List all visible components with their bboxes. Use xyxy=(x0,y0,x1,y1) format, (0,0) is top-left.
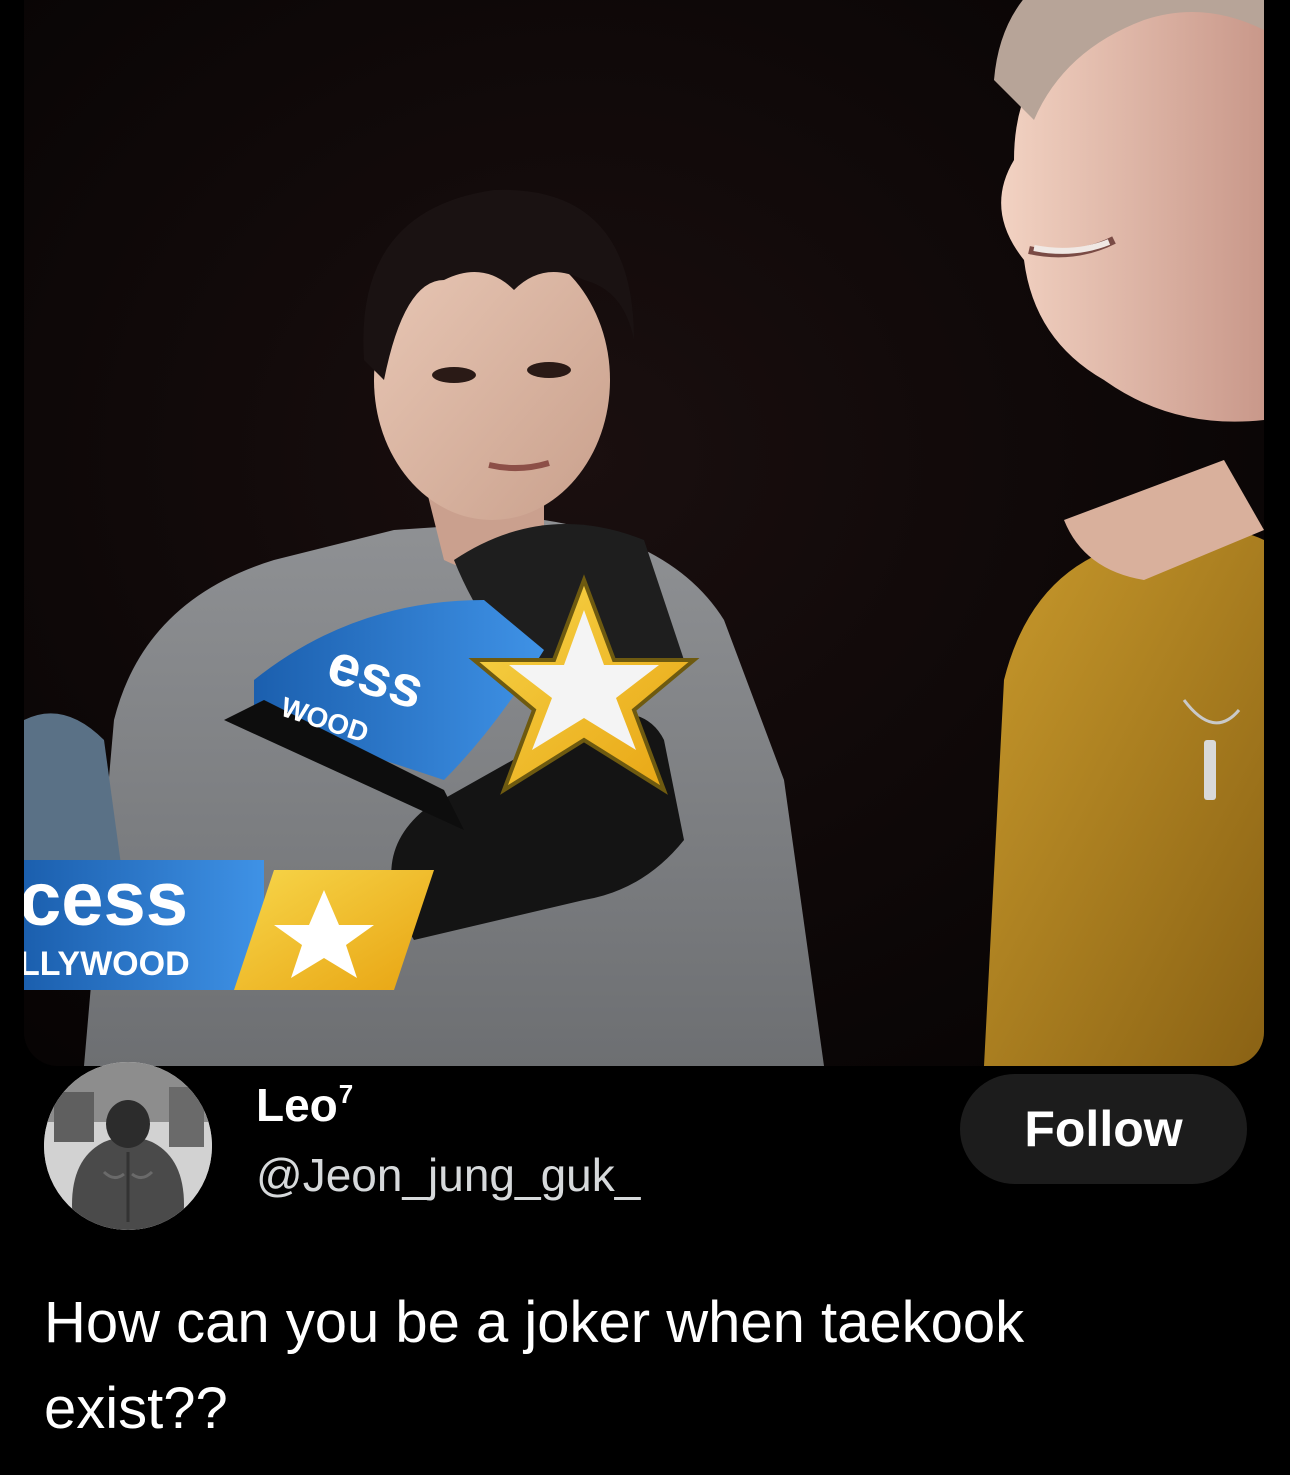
tweet-media[interactable]: ess WOOD cess LLYWOOD xyxy=(24,0,1264,1066)
tweet-text: How can you be a joker when taekook exis… xyxy=(44,1290,1025,1441)
follow-button[interactable]: Follow xyxy=(960,1074,1247,1184)
network-logo-text-2: LLYWOOD xyxy=(24,945,190,983)
display-name-superscript: 7 xyxy=(338,1079,354,1109)
author-display-name[interactable]: Leo7 xyxy=(256,1080,353,1131)
video-still: ess WOOD cess LLYWOOD xyxy=(24,0,1264,1066)
network-logo-text-1: cess xyxy=(24,857,188,942)
author-handle[interactable]: @Jeon_jung_guk_ xyxy=(256,1148,640,1202)
display-name-text: Leo xyxy=(256,1079,338,1131)
avatar-image xyxy=(44,1062,212,1230)
author-avatar[interactable] xyxy=(44,1062,212,1230)
